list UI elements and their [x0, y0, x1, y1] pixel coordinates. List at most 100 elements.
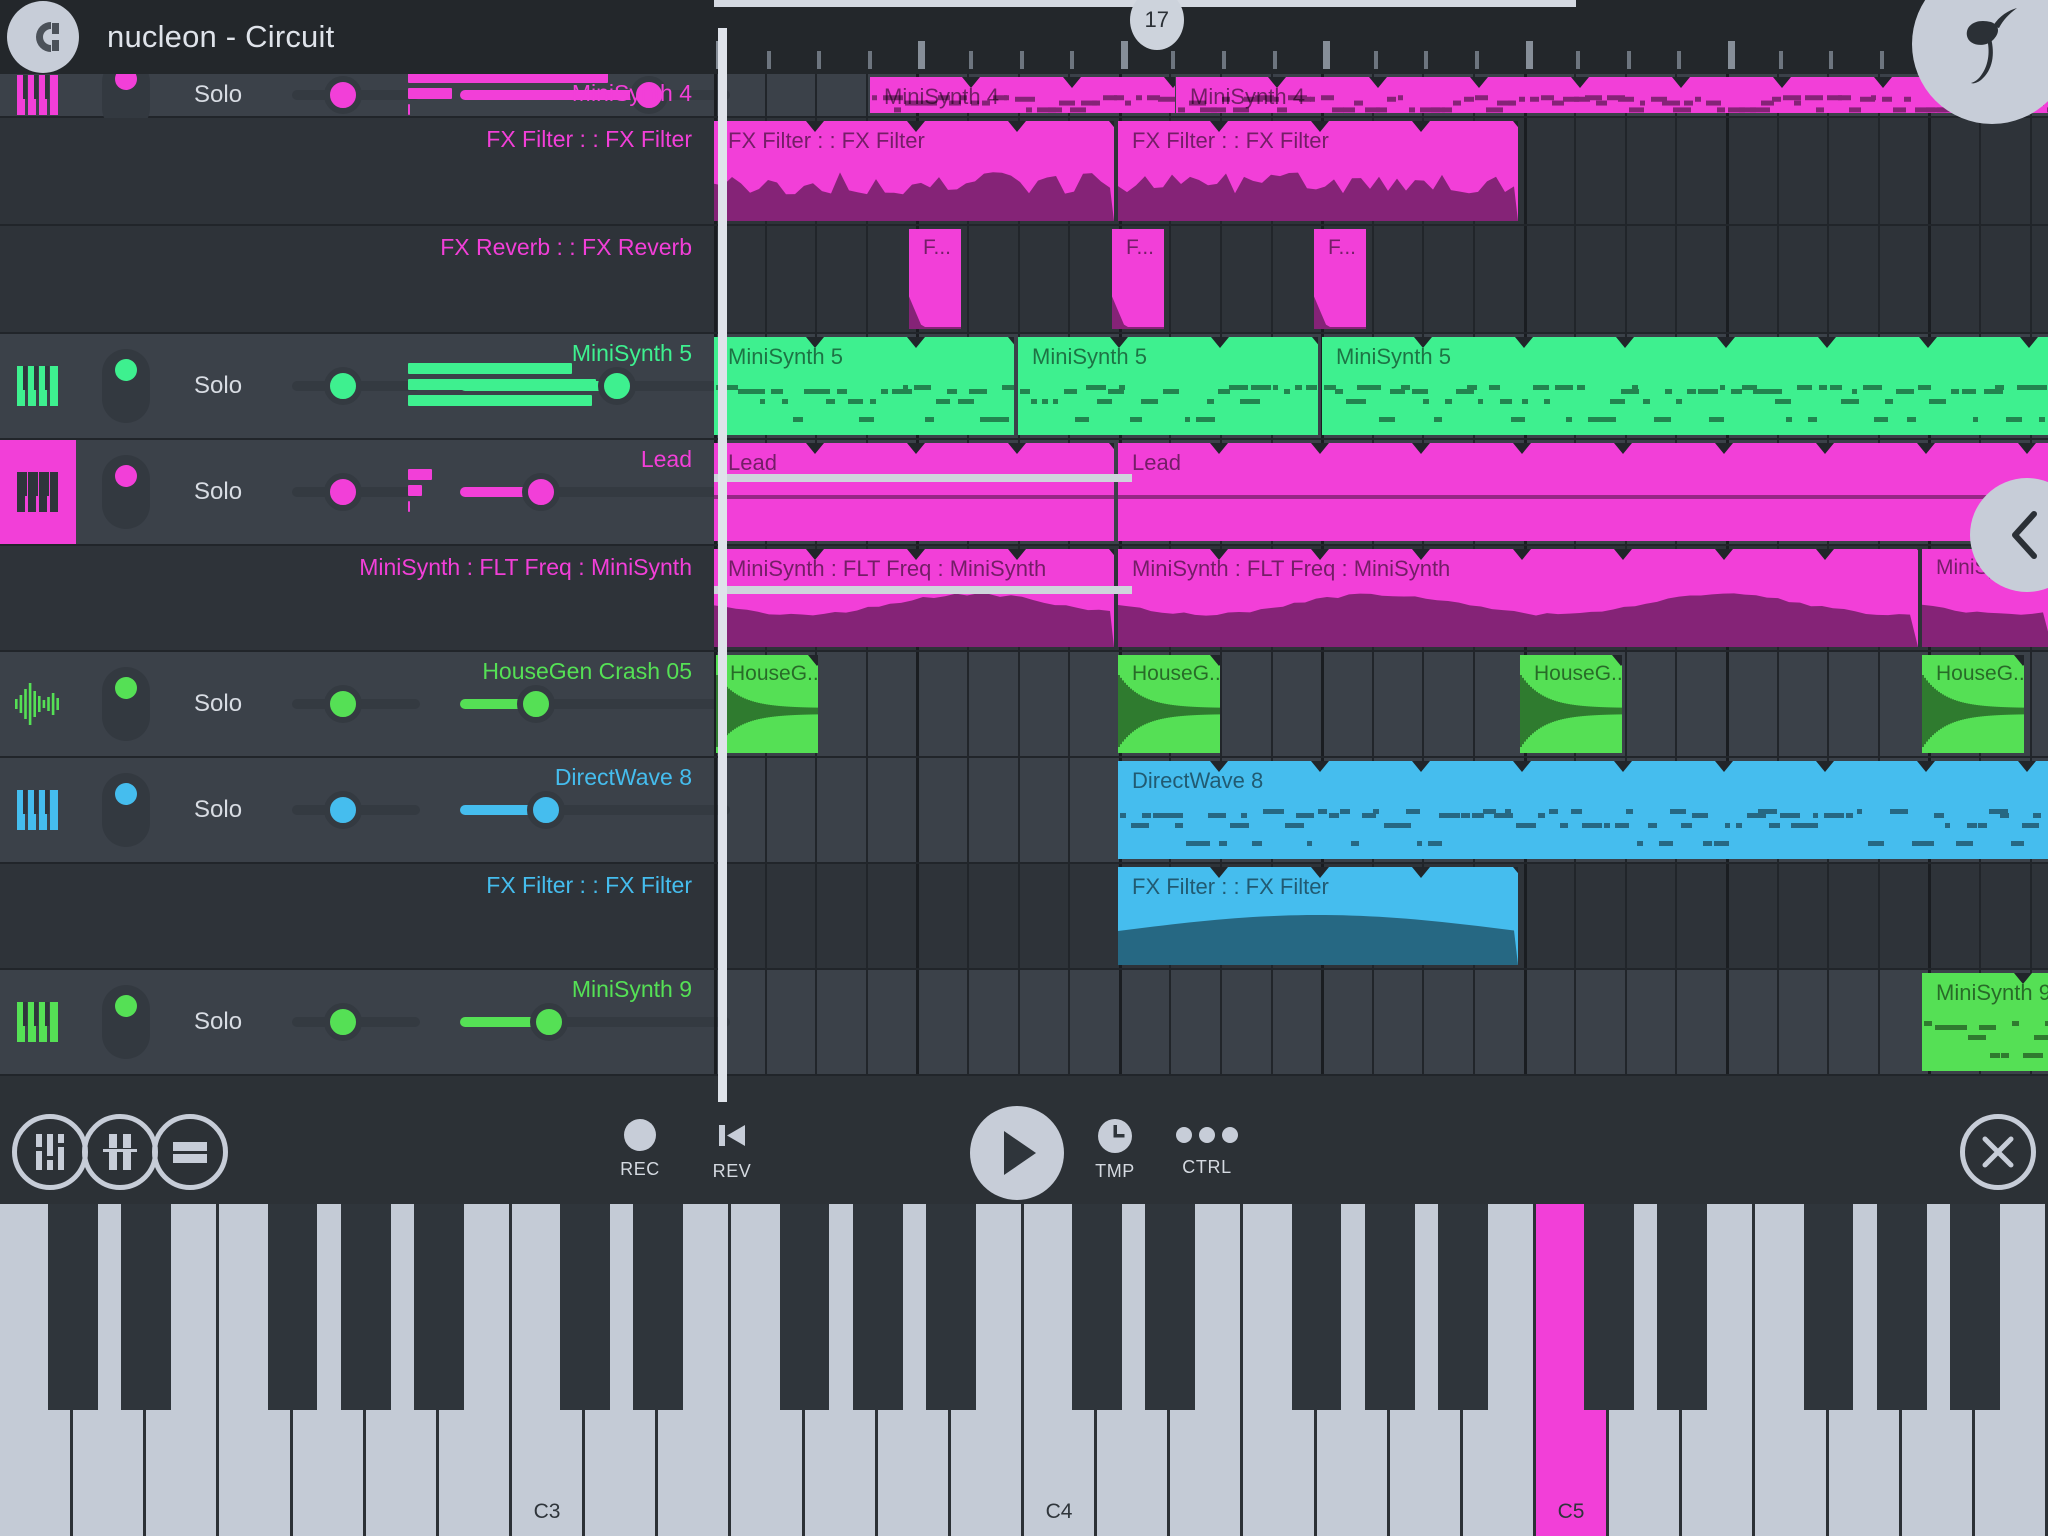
pan-slider[interactable]: [292, 1003, 420, 1041]
clip[interactable]: F...: [1112, 229, 1164, 329]
clip[interactable]: MiniSynth 5: [714, 337, 1014, 435]
app-logo-button[interactable]: [7, 1, 79, 73]
clip[interactable]: FX Filter : : FX Filter: [1118, 867, 1518, 965]
track-clip-lane[interactable]: Lead Lead: [714, 440, 2048, 544]
clip[interactable]: HouseG...: [716, 655, 818, 753]
track-header[interactable]: Solo DirectWave 8: [0, 758, 730, 862]
piano-black-key[interactable]: [267, 1204, 318, 1410]
clip[interactable]: MiniSynth 4: [870, 77, 1175, 113]
track-row[interactable]: Solo HouseGen Crash 05 HouseG... HouseG... H…: [0, 652, 2048, 758]
clip[interactable]: MiniSynth 5: [1322, 337, 2048, 435]
piano-black-key[interactable]: [1291, 1204, 1342, 1410]
solo-button[interactable]: Solo: [194, 372, 262, 400]
piano-keys-icon[interactable]: [0, 440, 76, 544]
pan-slider[interactable]: [292, 473, 420, 511]
horizontal-scrollbar[interactable]: [714, 586, 1132, 594]
solo-button[interactable]: Solo: [194, 478, 262, 506]
solo-button[interactable]: Solo: [194, 690, 262, 718]
piano-black-key[interactable]: [1364, 1204, 1415, 1410]
track-clip-lane[interactable]: DirectWave 8: [714, 758, 2048, 862]
pan-knob[interactable]: [324, 367, 362, 405]
pan-slider[interactable]: [292, 791, 420, 829]
track-header[interactable]: MiniSynth : FLT Freq : MiniSynth: [0, 546, 714, 650]
horizontal-scrollbar[interactable]: [714, 474, 1132, 482]
pan-slider[interactable]: [292, 76, 420, 114]
track-clip-lane[interactable]: MiniSynth 5 MiniSynth 5 MiniSynth 5: [714, 334, 2048, 438]
volume-slider[interactable]: [460, 473, 730, 511]
solo-button[interactable]: Solo: [194, 796, 262, 824]
pan-knob[interactable]: [324, 1003, 362, 1041]
rewind-button[interactable]: REV: [687, 1116, 777, 1182]
timeline-ruler[interactable]: 17: [714, 0, 2048, 74]
track-row[interactable]: MiniSynth : FLT Freq : MiniSynth MiniSynt…: [0, 546, 2048, 652]
tempo-button[interactable]: TMP: [1070, 1118, 1160, 1182]
track-row[interactable]: FX Filter : : FX Filter FX Filter : : FX …: [0, 118, 2048, 226]
pan-slider[interactable]: [292, 685, 420, 723]
waveform-icon[interactable]: [0, 652, 76, 756]
clip[interactable]: DirectWave 8: [1118, 761, 2048, 859]
clip[interactable]: MiniSynth 9: [1922, 973, 2048, 1071]
track-clip-lane[interactable]: FX Filter : : FX Filter FX Filter : : FX …: [714, 118, 2048, 224]
track-header[interactable]: Solo HouseGen Crash 05: [0, 652, 730, 756]
piano-black-key[interactable]: [121, 1204, 172, 1410]
piano-keys-icon[interactable]: [0, 970, 76, 1074]
track-row[interactable]: Solo Lead Lead Lead: [0, 440, 2048, 546]
piano-keys-icon[interactable]: [0, 334, 76, 438]
clip[interactable]: FX Filter : : FX Filter: [714, 121, 1114, 221]
piano-black-key[interactable]: [633, 1204, 684, 1410]
clip[interactable]: Lead: [714, 443, 1114, 541]
pan-knob[interactable]: [324, 76, 362, 114]
clip[interactable]: F...: [909, 229, 961, 329]
track-row[interactable]: Solo MiniSynth 5 MiniSynth 5 MiniSynth 5 Min…: [0, 334, 2048, 440]
pan-knob[interactable]: [324, 685, 362, 723]
track-header[interactable]: FX Filter : : FX Filter: [0, 118, 714, 224]
solo-button[interactable]: Solo: [194, 81, 262, 109]
playhead[interactable]: [718, 28, 727, 1102]
volume-knob[interactable]: [597, 367, 636, 405]
volume-knob[interactable]: [527, 791, 566, 829]
piano-black-key[interactable]: [1803, 1204, 1854, 1410]
clip[interactable]: FX Filter : : FX Filter: [1118, 121, 1518, 221]
track-row[interactable]: FX Reverb : : FX Reverb F... F... F...: [0, 226, 2048, 334]
volume-knob[interactable]: [522, 473, 560, 511]
mute-toggle[interactable]: [102, 667, 150, 741]
pan-slider[interactable]: [292, 367, 420, 405]
piano-black-key[interactable]: [413, 1204, 464, 1410]
two-faders-button[interactable]: [82, 1114, 158, 1190]
track-clip-lane[interactable]: FX Filter : : FX Filter: [714, 864, 2048, 968]
mixer-faders-button[interactable]: [12, 1114, 88, 1190]
play-button[interactable]: [970, 1106, 1064, 1200]
mute-toggle[interactable]: [102, 985, 150, 1059]
track-clip-lane[interactable]: HouseG... HouseG... HouseG... HouseG...: [714, 652, 2048, 756]
piano-black-key[interactable]: [1072, 1204, 1122, 1410]
clip[interactable]: F...: [1314, 229, 1366, 329]
volume-slider[interactable]: [460, 685, 730, 723]
volume-knob[interactable]: [516, 685, 555, 723]
clip[interactable]: HouseG...: [1118, 655, 1220, 753]
piano-black-key[interactable]: [1584, 1204, 1634, 1410]
volume-knob[interactable]: [530, 1003, 569, 1041]
clip[interactable]: MiniSynth : FLT Freq : MiniSynth: [714, 549, 1114, 647]
track-header[interactable]: Solo MiniSynth 5: [0, 334, 730, 438]
track-clip-lane[interactable]: MiniSynth : FLT Freq : MiniSynth MiniSynt…: [714, 546, 2048, 650]
piano-keys-icon[interactable]: [0, 74, 76, 116]
mute-toggle[interactable]: [102, 349, 150, 423]
pan-knob[interactable]: [324, 473, 362, 511]
close-button[interactable]: [1960, 1114, 2036, 1190]
piano-black-key[interactable]: [779, 1204, 830, 1410]
clip[interactable]: Lead: [1118, 443, 2048, 541]
piano-black-key[interactable]: [1657, 1204, 1708, 1410]
piano-black-key[interactable]: [1876, 1204, 1927, 1410]
clip[interactable]: MiniSynth 4: [1176, 77, 2048, 113]
piano-black-key[interactable]: [1145, 1204, 1196, 1410]
volume-slider[interactable]: [460, 791, 730, 829]
track-row[interactable]: Solo DirectWave 8 DirectWave 8: [0, 758, 2048, 864]
piano-black-key[interactable]: [340, 1204, 391, 1410]
piano-black-key[interactable]: [560, 1204, 610, 1410]
stacked-bars-button[interactable]: [152, 1114, 228, 1190]
mute-toggle[interactable]: [102, 773, 150, 847]
clip[interactable]: MiniSynth 5: [1018, 337, 1318, 435]
mute-toggle[interactable]: [102, 455, 150, 529]
ctrl-button[interactable]: CTRL: [1162, 1126, 1252, 1178]
track-row[interactable]: FX Filter : : FX Filter FX Filter : : FX …: [0, 864, 2048, 970]
